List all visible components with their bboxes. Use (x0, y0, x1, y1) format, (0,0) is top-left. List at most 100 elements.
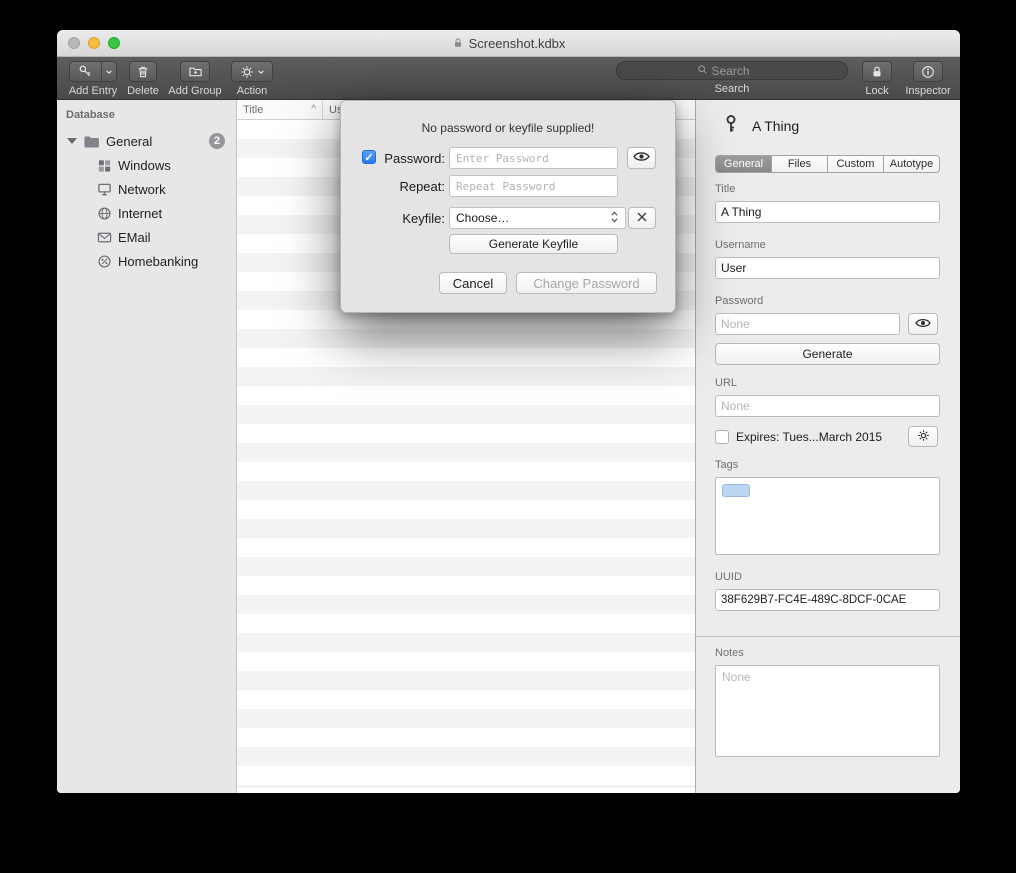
uuid-field[interactable] (715, 589, 940, 611)
search-input[interactable] (712, 64, 768, 78)
lock-item: Lock (857, 61, 897, 97)
sidebar-item-general[interactable]: General 2 (57, 129, 236, 153)
search-icon (697, 62, 708, 80)
close-button[interactable] (68, 37, 80, 49)
traffic-lights (68, 37, 120, 49)
clear-keyfile-button[interactable] (628, 207, 656, 229)
add-group-label: Add Group (168, 85, 221, 97)
add-group-item: Add Group (165, 61, 225, 97)
tag-chip[interactable] (722, 484, 750, 497)
action-item: Action (229, 61, 275, 97)
password-field[interactable] (715, 313, 900, 335)
search-label: Search (715, 83, 750, 95)
sidebar-item-homebanking[interactable]: Homebanking (57, 249, 236, 273)
inspector-panel: A Thing General Files Custom Autotype Ti… (695, 100, 960, 793)
sort-ascending-indicator: ^ (311, 104, 316, 115)
gear-icon (240, 65, 254, 79)
close-x-icon (636, 211, 648, 226)
eye-icon (633, 150, 650, 166)
inspector-item: Inspector (899, 61, 957, 97)
toolbar: Add Entry Delete Add Group (57, 57, 960, 100)
uuid-field-label: UUID (715, 571, 742, 583)
stepper-arrows-icon (610, 210, 619, 227)
dialog-repeat-input[interactable] (449, 175, 618, 197)
eye-icon (915, 317, 931, 332)
chevron-down-icon (257, 68, 265, 76)
tab-custom[interactable]: Custom (828, 156, 884, 172)
delete-label: Delete (127, 85, 159, 97)
add-entry-item: Add Entry (66, 61, 120, 97)
dialog-show-password-button[interactable] (627, 147, 656, 169)
inspector-tabs: General Files Custom Autotype (715, 155, 940, 173)
title-field-label: Title (715, 183, 735, 195)
notes-field[interactable]: None (715, 665, 940, 757)
tab-files[interactable]: Files (772, 156, 828, 172)
window-title: Screenshot.kdbx (469, 36, 566, 51)
sidebar-header: Database (57, 100, 236, 121)
tags-field-label: Tags (715, 459, 738, 471)
lock-button[interactable] (862, 61, 892, 82)
search-item: Search (616, 61, 848, 95)
sidebar-item-internet[interactable]: Internet (57, 201, 236, 225)
trash-icon (136, 65, 150, 79)
inspector-button[interactable] (913, 61, 943, 82)
sidebar-item-label: Network (118, 182, 166, 197)
dialog-password-input[interactable] (449, 147, 618, 169)
inspector-divider (696, 636, 960, 637)
dialog-keyfile-label: Keyfile: (341, 211, 445, 226)
action-label: Action (237, 85, 268, 97)
cancel-button[interactable]: Cancel (439, 272, 507, 294)
inspector-label: Inspector (905, 85, 950, 97)
search-field[interactable] (616, 61, 848, 80)
action-button[interactable] (231, 61, 273, 82)
keyfile-popup[interactable]: Choose… (449, 207, 626, 229)
title-bar: Screenshot.kdbx (57, 30, 960, 57)
show-password-button[interactable] (908, 313, 938, 335)
lock-label: Lock (865, 85, 888, 97)
change-password-dialog: No password or keyfile supplied! ✓ Passw… (340, 100, 676, 313)
dialog-message: No password or keyfile supplied! (341, 121, 675, 135)
generate-keyfile-button[interactable]: Generate Keyfile (449, 234, 618, 254)
column-title-label: Title (243, 104, 263, 116)
change-password-button[interactable]: Change Password (516, 272, 657, 294)
folder-icon (83, 134, 100, 149)
minimize-button[interactable] (88, 37, 100, 49)
expires-settings-button[interactable] (908, 426, 938, 447)
sidebar-item-label: General (106, 134, 152, 149)
notes-field-label: Notes (715, 647, 744, 659)
lock-icon (870, 65, 884, 79)
tags-box[interactable] (715, 477, 940, 555)
coin-percent-icon (97, 254, 112, 269)
username-field[interactable] (715, 257, 940, 279)
dialog-repeat-label: Repeat: (341, 179, 445, 194)
sidebar: Database General 2 Windows Net (57, 100, 237, 793)
chevron-down-icon (102, 62, 116, 81)
url-field[interactable] (715, 395, 940, 417)
expires-checkbox[interactable] (715, 430, 729, 444)
add-entry-button[interactable] (69, 61, 117, 82)
add-entry-label: Add Entry (69, 85, 117, 97)
sidebar-item-label: EMail (118, 230, 151, 245)
sidebar-item-label: Internet (118, 206, 162, 221)
envelope-icon (97, 230, 112, 245)
column-header-title[interactable]: Title ^ (237, 100, 323, 119)
generate-password-button[interactable]: Generate (715, 343, 940, 365)
password-field-label: Password (715, 295, 763, 307)
document-lock-icon (452, 37, 464, 49)
tab-general[interactable]: General (716, 156, 772, 172)
delete-item: Delete (125, 61, 161, 97)
add-group-button[interactable] (180, 61, 210, 82)
url-field-label: URL (715, 377, 737, 389)
tab-autotype[interactable]: Autotype (884, 156, 939, 172)
key-icon (722, 114, 740, 137)
disclosure-triangle-icon[interactable] (67, 138, 77, 144)
entry-count-badge: 2 (209, 133, 225, 149)
sidebar-item-network[interactable]: Network (57, 177, 236, 201)
sidebar-item-windows[interactable]: Windows (57, 153, 236, 177)
zoom-button[interactable] (108, 37, 120, 49)
dialog-password-label: Password: (341, 151, 445, 166)
sidebar-item-email[interactable]: EMail (57, 225, 236, 249)
title-field[interactable] (715, 201, 940, 223)
gear-icon (917, 429, 930, 445)
delete-button[interactable] (129, 61, 157, 82)
